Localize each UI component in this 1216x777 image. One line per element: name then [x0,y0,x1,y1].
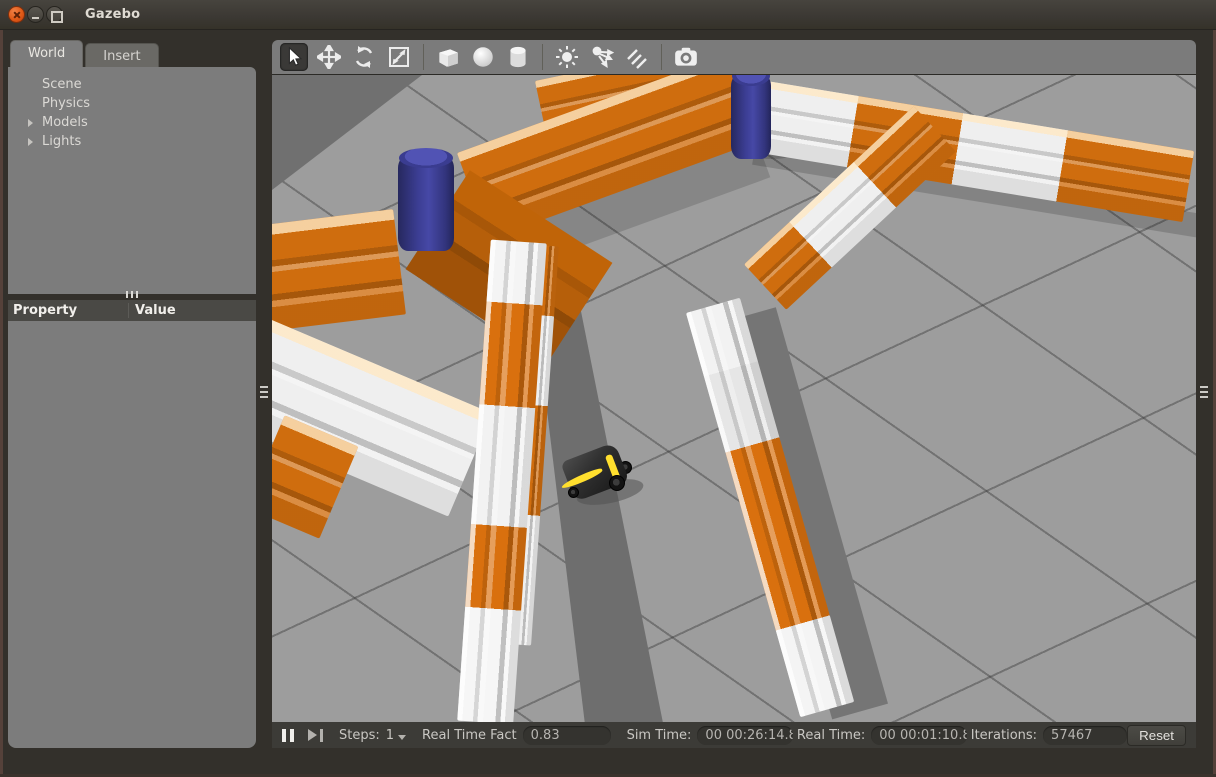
render-toolbar [272,40,1196,74]
tree-item-label: Lights [42,134,81,149]
window-controls [8,6,63,23]
tree-item-scene[interactable]: Scene [8,75,256,94]
screenshot-tool-button[interactable] [672,43,700,71]
panel-tabs: World Insert [10,40,159,67]
scale-icon [387,45,411,69]
scale-tool-button[interactable] [385,43,413,71]
maximize-button[interactable] [46,6,63,23]
point-light-icon [555,45,579,69]
sim-time-value: 00 00:26:14.81 [697,726,792,745]
cursor-arrow-icon [283,46,305,68]
select-tool-button[interactable] [280,43,308,71]
sphere-tool-button[interactable] [469,43,497,71]
main-area: Steps: 1 Real Time Fact 0.83 Sim Time: 0… [272,40,1196,748]
toolbar-separator [542,44,543,70]
expand-arrow-icon[interactable] [28,138,33,146]
property-column-header[interactable]: Property [8,303,128,318]
rotate-tool-button[interactable] [350,43,378,71]
toolbar-separator [423,44,424,70]
ground-robot[interactable] [562,447,646,511]
move-icon [317,45,341,69]
directional-light-tool-button[interactable] [623,43,651,71]
window-edge-left [0,30,3,777]
toolbar-separator [661,44,662,70]
construction-barrel[interactable] [731,74,771,159]
minimize-button[interactable] [27,6,44,23]
step-button[interactable] [308,729,323,742]
cube-icon [435,44,461,70]
simulation-statusbar: Steps: 1 Real Time Fact 0.83 Sim Time: 0… [272,722,1196,748]
left-panel: World Insert Scene Physics Models Lights [8,40,256,748]
cylinder-tool-button[interactable] [504,43,532,71]
value-column-header[interactable]: Value [128,303,176,318]
tree-item-lights[interactable]: Lights [8,132,256,151]
sim-time-label: Sim Time: [627,728,692,743]
right-splitter-grip[interactable] [1200,386,1210,402]
iterations-value: 57467 [1043,726,1127,745]
sphere-icon [470,44,496,70]
tree-item-label: Scene [42,77,82,92]
real-time-label: Real Time: [797,728,865,743]
property-table-body [8,321,256,748]
steps-label: Steps: [339,728,380,743]
step-icon [308,729,317,741]
real-time-value: 00 00:01:10.88 [871,726,966,745]
robot-wheel [568,487,579,498]
translate-tool-button[interactable] [315,43,343,71]
tree-item-physics[interactable]: Physics [8,94,256,113]
gazebo-window: Gazebo World Insert Scene Physics Models [0,0,1216,777]
directional-light-icon [625,45,649,69]
tree-item-label: Models [42,115,88,130]
tree-item-models[interactable]: Models [8,113,256,132]
pause-button[interactable] [282,729,294,742]
jersey-barrier[interactable] [272,209,406,331]
rtf-value: 0.83 [523,726,611,745]
spot-light-icon [590,45,614,69]
left-splitter-grip[interactable] [260,386,270,402]
window-title: Gazebo [85,7,140,22]
render-viewport[interactable] [272,74,1196,722]
spot-light-tool-button[interactable] [588,43,616,71]
world-tree: Scene Physics Models Lights [8,67,256,294]
rotate-icon [352,45,376,69]
reset-button[interactable]: Reset [1127,725,1186,746]
tab-insert[interactable]: Insert [85,43,158,67]
expand-arrow-icon[interactable] [28,119,33,127]
step-icon-bar [320,729,323,742]
tab-world[interactable]: World [10,40,83,67]
construction-barrel[interactable] [398,155,454,251]
close-button[interactable] [8,6,25,23]
box-tool-button[interactable] [434,43,462,71]
panel-splitter-grip[interactable] [126,291,138,298]
titlebar: Gazebo [0,0,1216,30]
point-light-tool-button[interactable] [553,43,581,71]
property-table-header: Property Value [8,300,256,321]
cylinder-icon [505,44,531,70]
arrow-slot [28,138,42,146]
steps-spinner-caret[interactable] [398,735,406,740]
camera-icon [673,44,699,70]
rtf-label: Real Time Fact [422,728,517,743]
robot-wheel [609,475,625,491]
steps-value[interactable]: 1 [386,728,394,743]
arrow-slot [28,119,42,127]
iterations-label: Iterations: [971,728,1037,743]
tree-item-label: Physics [42,96,90,111]
